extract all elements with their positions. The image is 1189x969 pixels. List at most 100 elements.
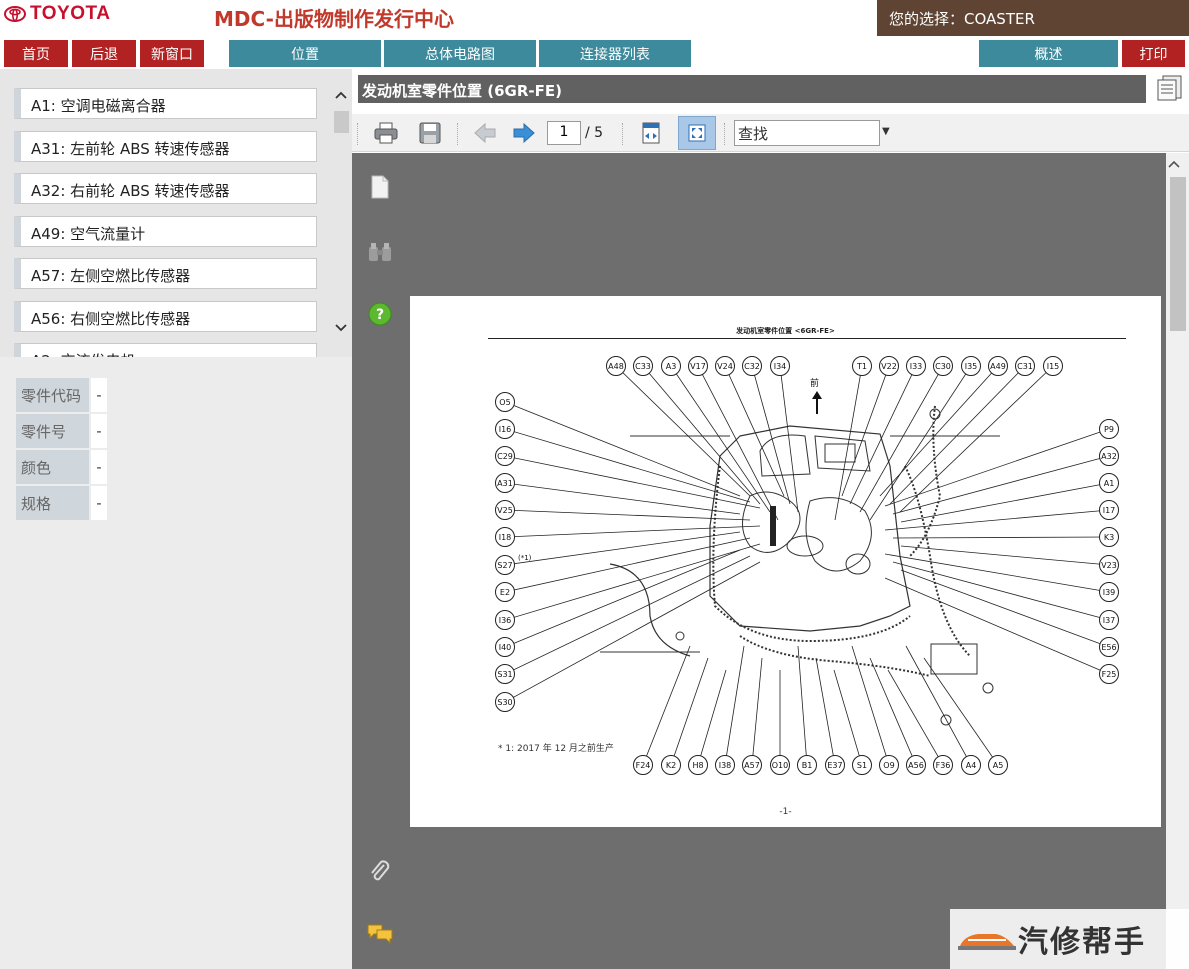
callout-c31[interactable]: C31 — [1015, 356, 1035, 376]
list-item[interactable]: A2: 交流发电机 — [14, 343, 317, 357]
list-item[interactable]: A49: 空气流量计 — [14, 216, 317, 247]
table-row: 规格 - — [16, 486, 107, 520]
overview-button[interactable]: 概述 — [979, 40, 1118, 67]
leader-line — [797, 645, 808, 766]
callout-a32[interactable]: A32 — [1099, 446, 1119, 466]
note-mark: (*1) — [518, 554, 532, 562]
callout-v24[interactable]: V24 — [715, 356, 735, 376]
callout-a57[interactable]: A57 — [742, 755, 762, 775]
list-scroll-down-icon[interactable] — [332, 319, 350, 337]
info-value: - — [91, 414, 107, 448]
list-item[interactable]: A31: 左前轮 ABS 转速传感器 — [14, 131, 317, 162]
home-button[interactable]: 首页 — [4, 40, 68, 67]
callout-a1[interactable]: A1 — [1099, 473, 1119, 493]
comments-icon[interactable] — [366, 920, 394, 948]
callout-p9[interactable]: P9 — [1099, 419, 1119, 439]
save-icon[interactable] — [414, 118, 446, 148]
table-row: 零件代码 - — [16, 378, 107, 412]
callout-v25[interactable]: V25 — [495, 500, 515, 520]
callout-v23[interactable]: V23 — [1099, 555, 1119, 575]
callout-f25[interactable]: F25 — [1099, 664, 1119, 684]
list-item[interactable]: A57: 左侧空燃比传感器 — [14, 258, 317, 289]
callout-a31[interactable]: A31 — [495, 473, 515, 493]
viewer-scrollbar-thumb[interactable] — [1170, 177, 1186, 331]
leader-line — [884, 577, 1110, 675]
callout-f24[interactable]: F24 — [633, 755, 653, 775]
list-scrollbar-thumb[interactable] — [334, 111, 349, 133]
callout-c33[interactable]: C33 — [633, 356, 653, 376]
callout-c29[interactable]: C29 — [495, 446, 515, 466]
callout-o5[interactable]: O5 — [495, 392, 515, 412]
callout-i33[interactable]: I33 — [906, 356, 926, 376]
callout-i34[interactable]: I34 — [770, 356, 790, 376]
callout-i15[interactable]: I15 — [1043, 356, 1063, 376]
leader-line — [851, 645, 890, 766]
fit-width-icon[interactable] — [635, 118, 667, 148]
location-button[interactable]: 位置 — [229, 40, 381, 67]
info-key: 颜色 — [16, 450, 89, 484]
page-number: -1- — [779, 807, 792, 817]
callout-i39[interactable]: I39 — [1099, 582, 1119, 602]
callout-a5[interactable]: A5 — [988, 755, 1008, 775]
callout-o10[interactable]: O10 — [770, 755, 790, 775]
info-key: 规格 — [16, 486, 89, 520]
callout-i40[interactable]: I40 — [495, 637, 515, 657]
callout-a56[interactable]: A56 — [906, 755, 926, 775]
callout-f36[interactable]: F36 — [933, 755, 953, 775]
callout-c32[interactable]: C32 — [742, 356, 762, 376]
page-thumbnails-icon[interactable] — [366, 173, 394, 201]
connector-list-button[interactable]: 连接器列表 — [539, 40, 691, 67]
callout-v17[interactable]: V17 — [688, 356, 708, 376]
fit-page-icon[interactable] — [678, 116, 716, 150]
table-row: 零件号 - — [16, 414, 107, 448]
list-item[interactable]: A1: 空调电磁离合器 — [14, 88, 317, 119]
callout-a4[interactable]: A4 — [961, 755, 981, 775]
callout-s31[interactable]: S31 — [495, 664, 515, 684]
attachment-icon[interactable] — [366, 858, 394, 886]
wiring-diagram-button[interactable]: 总体电路图 — [384, 40, 536, 67]
back-button[interactable]: 后退 — [72, 40, 136, 67]
callout-i17[interactable]: I17 — [1099, 500, 1119, 520]
callout-s27[interactable]: S27 — [495, 555, 515, 575]
callout-t1[interactable]: T1 — [852, 356, 872, 376]
callout-i37[interactable]: I37 — [1099, 610, 1119, 630]
callout-e2[interactable]: E2 — [495, 582, 515, 602]
page-number-input[interactable]: 1 — [547, 121, 581, 145]
viewer-scroll-up-icon[interactable] — [1168, 157, 1180, 172]
previous-page-icon[interactable] — [469, 118, 501, 148]
callout-i35[interactable]: I35 — [961, 356, 981, 376]
callout-a48[interactable]: A48 — [606, 356, 626, 376]
callout-i38[interactable]: I38 — [715, 755, 735, 775]
callout-k3[interactable]: K3 — [1099, 527, 1119, 547]
list-scroll-up-icon[interactable] — [332, 86, 350, 104]
callout-h8[interactable]: H8 — [688, 755, 708, 775]
callout-e56[interactable]: E56 — [1099, 637, 1119, 657]
callout-i16[interactable]: I16 — [495, 419, 515, 439]
search-input[interactable]: 查找 — [734, 120, 880, 146]
callout-c30[interactable]: C30 — [933, 356, 953, 376]
search-dropdown-icon[interactable]: ▼ — [882, 126, 890, 137]
help-icon[interactable]: ? — [366, 300, 394, 328]
list-item[interactable]: A32: 右前轮 ABS 转速传感器 — [14, 173, 317, 204]
print-button[interactable]: 打印 — [1122, 40, 1185, 67]
binoculars-icon[interactable] — [366, 238, 394, 266]
next-page-icon[interactable] — [508, 118, 540, 148]
leader-line — [615, 365, 751, 497]
callout-i18[interactable]: I18 — [495, 527, 515, 547]
callout-v22[interactable]: V22 — [879, 356, 899, 376]
callout-b1[interactable]: B1 — [797, 755, 817, 775]
callout-k2[interactable]: K2 — [661, 755, 681, 775]
callout-a49[interactable]: A49 — [988, 356, 1008, 376]
callout-o9[interactable]: O9 — [879, 755, 899, 775]
print-icon[interactable] — [370, 118, 402, 148]
callout-i36[interactable]: I36 — [495, 610, 515, 630]
callout-e37[interactable]: E37 — [825, 755, 845, 775]
new-window-button[interactable]: 新窗口 — [140, 40, 204, 67]
callout-s1[interactable]: S1 — [852, 755, 872, 775]
callout-a3[interactable]: A3 — [661, 356, 681, 376]
list-item[interactable]: A56: 右侧空燃比传感器 — [14, 301, 317, 332]
document-list-icon[interactable] — [1154, 74, 1184, 102]
info-value: - — [91, 378, 107, 412]
toolbar-separator — [622, 123, 624, 145]
callout-s30[interactable]: S30 — [495, 692, 515, 712]
